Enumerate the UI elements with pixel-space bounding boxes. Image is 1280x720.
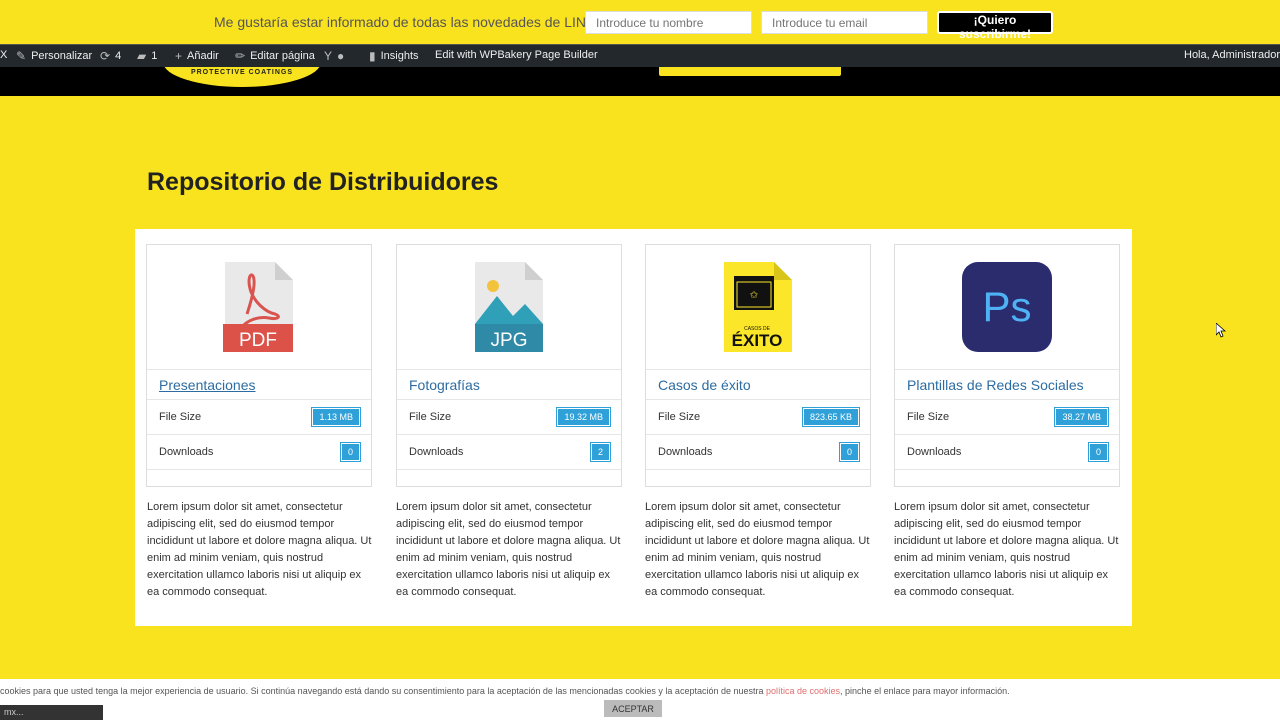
newsletter-text: Me gustaría estar informado de todas las… <box>214 14 614 30</box>
card-description: Lorem ipsum dolor sit amet, consectetur … <box>396 501 621 598</box>
file-size-row: File Size 1.13 MB <box>147 400 371 435</box>
name-input[interactable] <box>585 11 752 34</box>
mouse-cursor-icon <box>1216 323 1226 338</box>
admin-wpbakery-label: Edit with WPBakery Page Builder <box>435 49 598 61</box>
admin-greeting-item[interactable]: Hola, Administrador <box>1184 49 1280 61</box>
page-title: Repositorio de Distribuidores <box>147 168 499 196</box>
card-description: Lorem ipsum dolor sit amet, consectetur … <box>147 501 372 598</box>
pencil-icon: ✏ <box>235 49 246 63</box>
cookie-text-before: cookies para que usted tenga la mejor ex… <box>0 686 766 696</box>
admin-add-item[interactable]: + Añadir <box>175 49 219 63</box>
downloads-row: Downloads 2 <box>397 435 621 470</box>
download-card: ✩ CASOS DE ÉXITO Casos de éxito File Siz… <box>645 244 871 487</box>
cookie-text: cookies para que usted tenga la mejor ex… <box>0 686 1010 696</box>
admin-wpbakery-item[interactable]: Edit with WPBakery Page Builder <box>435 49 598 61</box>
jpg-icon: JPG <box>475 262 543 352</box>
admin-bar: X ✎ Personalizar ⟳ 4 ▰ 1 + Añadir ✏ Edit… <box>0 44 1280 67</box>
downloads-panel: PDF Presentaciones File Size 1.13 MB Dow… <box>135 229 1132 626</box>
admin-close-label: X <box>0 49 8 61</box>
success-cases-icon: ✩ CASOS DE ÉXITO <box>724 262 792 352</box>
pdf-icon: PDF <box>223 262 293 352</box>
admin-customize-item[interactable]: ✎ Personalizar <box>16 49 92 63</box>
admin-comments-count: 1 <box>151 50 158 62</box>
file-size-label: File Size <box>907 411 950 423</box>
brush-icon: ✎ <box>16 49 27 63</box>
svg-text:✩: ✩ <box>750 290 759 301</box>
cookie-policy-link[interactable]: política de cookies <box>766 686 840 696</box>
header-cta-button[interactable] <box>659 67 841 76</box>
downloads-row: Downloads 0 <box>895 435 1119 470</box>
cookie-bar: cookies para que usted tenga la mejor ex… <box>0 679 1280 720</box>
admin-comments-item[interactable]: ▰ 1 <box>137 49 157 63</box>
downloads-row: Downloads 0 <box>646 435 870 470</box>
admin-edit-item[interactable]: ✏ Editar página <box>235 49 315 63</box>
card-thumbnail[interactable]: JPG <box>397 245 621 370</box>
newsletter-bar: Me gustaría estar informado de todas las… <box>0 0 1280 44</box>
file-size-badge: 38.27 MB <box>1055 408 1108 426</box>
logo-tagline: PROTECTIVE COATINGS <box>190 69 294 76</box>
admin-insights-item[interactable]: ▮ Insights <box>369 49 419 63</box>
downloads-badge: 0 <box>839 443 859 461</box>
card-thumbnail[interactable]: ✩ CASOS DE ÉXITO <box>646 245 870 370</box>
card-description: Lorem ipsum dolor sit amet, consectetur … <box>894 501 1119 598</box>
file-size-row: File Size 38.27 MB <box>895 400 1119 435</box>
admin-yoast-item[interactable]: Y ● <box>324 49 344 63</box>
plus-icon: + <box>175 49 183 63</box>
card-title[interactable]: Presentaciones <box>147 370 371 400</box>
downloads-badge: 0 <box>1088 443 1108 461</box>
file-size-badge: 1.13 MB <box>312 408 360 426</box>
downloads-label: Downloads <box>658 446 713 458</box>
download-card: PDF Presentaciones File Size 1.13 MB Dow… <box>146 244 372 487</box>
status-dot-icon: ● <box>337 49 345 63</box>
download-card: Ps Plantillas de Redes Sociales File Siz… <box>894 244 1120 487</box>
admin-updates-item[interactable]: ⟳ 4 <box>100 49 121 63</box>
comment-icon: ▰ <box>137 49 147 63</box>
downloads-label: Downloads <box>907 446 962 458</box>
yoast-icon: Y <box>324 49 333 63</box>
downloads-row: Downloads 0 <box>147 435 371 470</box>
admin-close-item[interactable]: X <box>0 49 7 61</box>
pdf-icon-label: PDF <box>239 330 277 351</box>
download-card: JPG Fotografías File Size 19.32 MB Downl… <box>396 244 622 487</box>
downloads-label: Downloads <box>409 446 464 458</box>
admin-insights-label: Insights <box>380 50 419 62</box>
file-size-label: File Size <box>409 411 452 423</box>
downloads-label: Downloads <box>159 446 214 458</box>
refresh-icon: ⟳ <box>100 49 111 63</box>
file-size-badge: 823.65 KB <box>802 408 859 426</box>
file-size-label: File Size <box>159 411 202 423</box>
accept-cookies-button[interactable]: ACEPTAR <box>604 700 662 717</box>
card-thumbnail[interactable]: Ps <box>895 245 1119 370</box>
jpg-icon-label: JPG <box>491 330 528 351</box>
photoshop-icon: Ps <box>962 262 1052 352</box>
admin-greeting-label: Hola, Administrador <box>1184 49 1280 61</box>
site-header: PROTECTIVE COATINGS <box>0 67 1280 96</box>
email-input[interactable] <box>761 11 928 34</box>
bar-chart-icon: ▮ <box>369 49 376 63</box>
card-thumbnail[interactable]: PDF <box>147 245 371 370</box>
card-title[interactable]: Fotografías <box>397 370 621 400</box>
admin-customize-label: Personalizar <box>31 50 93 62</box>
file-size-row: File Size 823.65 KB <box>646 400 870 435</box>
downloads-badge: 0 <box>340 443 360 461</box>
success-icon-label: ÉXITO <box>732 331 783 350</box>
card-description: Lorem ipsum dolor sit amet, consectetur … <box>645 501 870 598</box>
admin-edit-label: Editar página <box>250 50 315 62</box>
admin-add-label: Añadir <box>187 50 219 62</box>
file-size-label: File Size <box>658 411 701 423</box>
file-size-badge: 19.32 MB <box>557 408 610 426</box>
downloads-badge: 2 <box>590 443 610 461</box>
card-title[interactable]: Plantillas de Redes Sociales <box>895 370 1119 400</box>
file-size-row: File Size 19.32 MB <box>397 400 621 435</box>
card-title[interactable]: Casos de éxito <box>646 370 870 400</box>
admin-updates-count: 4 <box>115 50 122 62</box>
cookie-field[interactable]: mx... <box>0 705 103 720</box>
subscribe-button[interactable]: ¡Quiero suscribirme! <box>937 11 1053 41</box>
site-logo[interactable]: PROTECTIVE COATINGS <box>163 67 321 87</box>
cookie-text-after: , pinche el enlace para mayor informació… <box>840 686 1010 696</box>
